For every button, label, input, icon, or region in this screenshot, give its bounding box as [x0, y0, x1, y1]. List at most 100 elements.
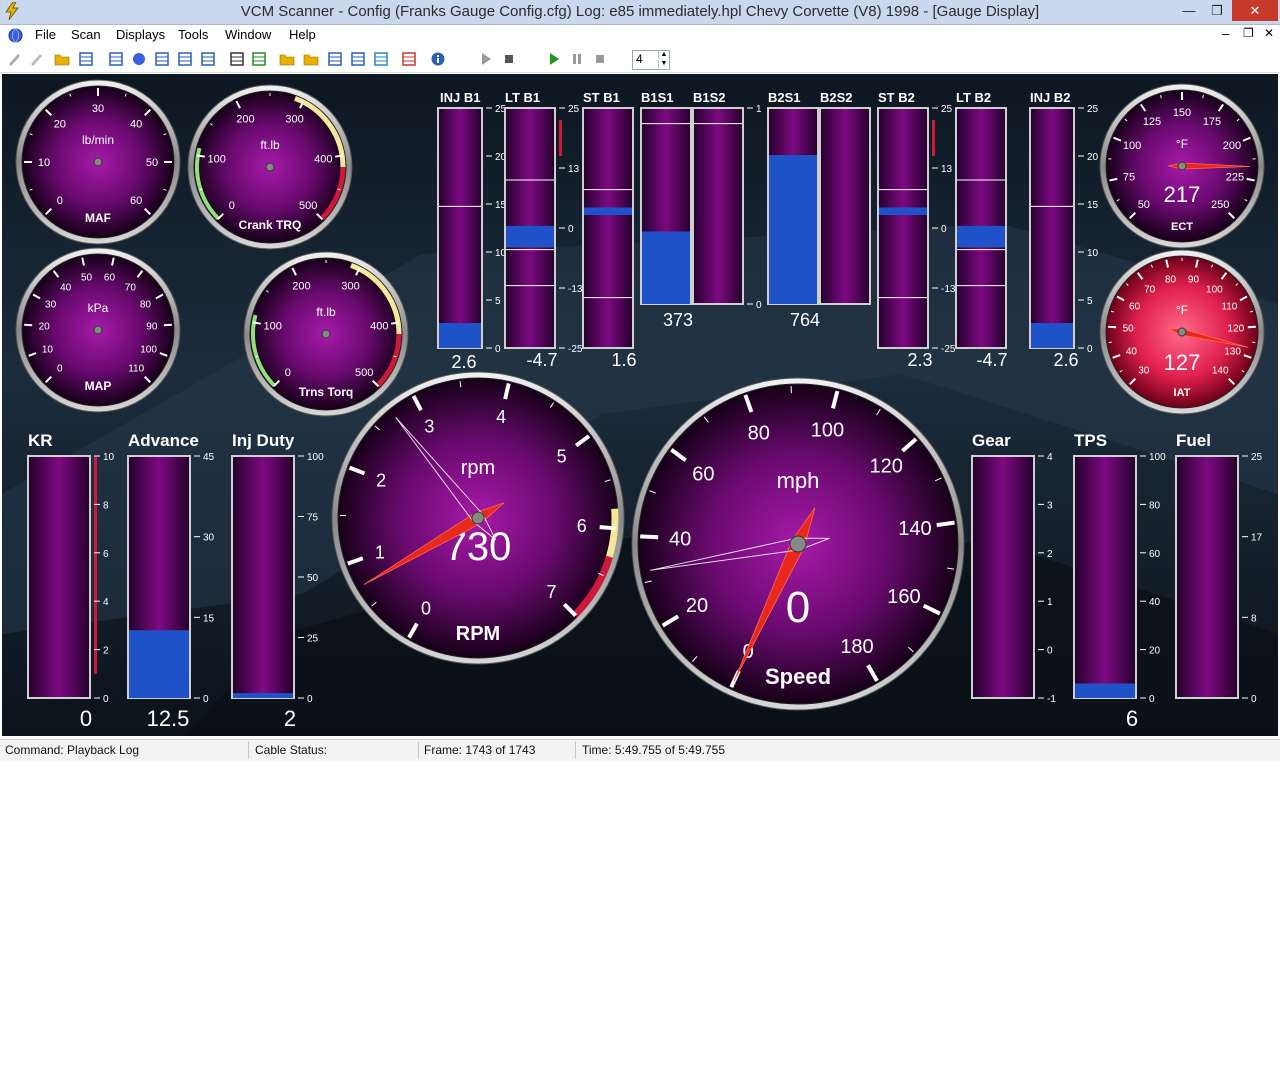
play-gray-icon[interactable] — [478, 51, 494, 67]
table-icon[interactable] — [108, 51, 124, 67]
pause-icon[interactable] — [569, 51, 585, 67]
list-icon[interactable] — [200, 51, 216, 67]
iat-tick-label: 100 — [1206, 284, 1223, 295]
mdi-restore-button[interactable]: ❐ — [1243, 26, 1254, 40]
speed-tick-label: 20 — [686, 595, 708, 617]
advance-value: 12.5 — [147, 706, 190, 731]
speed-unit-label: mph — [777, 468, 820, 493]
gear-track — [971, 455, 1035, 699]
mdi-minimize-button[interactable]: – — [1222, 26, 1229, 41]
trns-torq-gauge: 0 100 200 300 400 500 ft.lb Trns Torq — [243, 251, 409, 417]
gauge-display: 0102030405060lb/minMAF 0100200 300400500ft… — [2, 74, 1278, 736]
map-tick-label: 10 — [42, 344, 54, 355]
kr-scale-label: 8 — [103, 500, 109, 511]
kr-label: KR — [28, 431, 53, 450]
iat-unit-label: °F — [1176, 303, 1188, 317]
map-tick-label: 100 — [140, 344, 157, 355]
stop-gray-icon[interactable] — [592, 51, 608, 67]
iat-tick-label: 140 — [1212, 366, 1229, 377]
save-disk-icon[interactable] — [327, 51, 343, 67]
maximize-button[interactable]: ❐ — [1204, 0, 1230, 21]
rpm-tick-label: 6 — [577, 516, 587, 536]
st-b2-redline-marker — [932, 120, 935, 156]
b1s1-bar-gauge: B1S1 373 — [640, 90, 693, 330]
inj-duty-scale-label: 75 — [307, 513, 319, 524]
advance-scale-label: 30 — [203, 533, 215, 544]
maf-gauge: 0 10 20 30 40 50 60 lb/min MAF — [15, 79, 181, 245]
spin-up-icon[interactable]: ▲ — [658, 51, 669, 59]
lt-b1-scale-label: -25 — [568, 344, 583, 355]
play-icon[interactable] — [546, 51, 562, 67]
menu-tools[interactable]: Tools — [178, 27, 208, 42]
mdi-close-button[interactable]: ✕ — [1264, 26, 1274, 40]
inj-b2-scale-label: 5 — [1087, 296, 1093, 307]
tps-label: TPS — [1074, 431, 1107, 450]
rpm-tick — [599, 525, 616, 531]
map-tick-label: 90 — [146, 322, 158, 333]
fuel-label: Fuel — [1176, 431, 1211, 450]
map-tick-label: 50 — [81, 273, 93, 284]
inj-duty-fill — [233, 693, 293, 698]
ect-value: 217 — [1164, 182, 1201, 207]
b1s2-scale-label: 1 — [756, 104, 762, 115]
tps-scale-label: 0 — [1149, 694, 1155, 705]
rpm-tick-label: 3 — [424, 416, 434, 436]
maf-tick-label: 30 — [92, 103, 104, 115]
export-icon[interactable] — [373, 51, 389, 67]
b2s2-label: B2S2 — [820, 90, 853, 105]
maf-tick-label: 50 — [146, 157, 158, 169]
speed-tick-label: 40 — [669, 528, 691, 550]
minimize-button[interactable]: — — [1176, 0, 1202, 21]
map-tick — [24, 323, 33, 327]
speed-tick-label: 120 — [869, 456, 902, 478]
rpm-unit-label: rpm — [461, 457, 495, 479]
advance-label: Advance — [128, 431, 199, 450]
trns-torq-tick-label: 200 — [292, 281, 310, 293]
b1s1-label: B1S1 — [641, 90, 674, 105]
info-icon[interactable] — [430, 51, 446, 67]
grid-icon[interactable] — [177, 51, 193, 67]
globe-icon[interactable] — [8, 28, 23, 43]
menu-scan[interactable]: Scan — [71, 27, 101, 42]
pencil-gray-icon[interactable] — [28, 51, 44, 67]
lt-b1-scale-label: 13 — [568, 164, 580, 175]
close-button[interactable]: ✕ — [1232, 0, 1278, 21]
crank-trq-tick-label: 200 — [236, 114, 254, 126]
st-b1-bar-gauge: ST B1 1.6 — [582, 90, 637, 370]
spin-down-icon[interactable]: ▼ — [658, 60, 669, 68]
map-tick — [163, 323, 172, 327]
menu-displays[interactable]: Displays — [116, 27, 165, 42]
speed-hub — [789, 535, 807, 553]
dtc-icon[interactable] — [251, 51, 267, 67]
crank-trq-tick-label: 300 — [285, 114, 303, 126]
fuel-track — [1175, 455, 1239, 699]
engine-icon[interactable] — [229, 51, 245, 67]
menu-window[interactable]: Window — [225, 27, 271, 42]
open-folder-icon[interactable] — [54, 51, 70, 67]
menu-file[interactable]: File — [35, 27, 56, 42]
b2s1-bar-gauge: B2S1 764 — [767, 90, 820, 330]
folder-open-icon[interactable] — [279, 51, 295, 67]
kr-scale-label: 6 — [103, 549, 109, 560]
playback-speed-spinner[interactable]: 4 ▲ ▼ — [632, 50, 670, 70]
inj-b1-value: 2.6 — [451, 352, 476, 372]
inj-b2-fill — [1031, 323, 1073, 348]
globe-icon[interactable] — [131, 51, 147, 67]
pencil-icon[interactable] — [6, 51, 22, 67]
map-tick-label: 80 — [140, 300, 152, 311]
document-icon[interactable] — [350, 51, 366, 67]
folder-icon[interactable] — [303, 51, 319, 67]
st-b1-trim-band — [584, 207, 632, 216]
menu-help[interactable]: Help — [289, 27, 316, 42]
menu-window-label: Window — [225, 27, 272, 42]
st-b2-trim-band — [879, 207, 927, 216]
ect-name-label: ECT — [1171, 221, 1193, 233]
speed-tick — [936, 520, 955, 528]
settings-icon[interactable] — [401, 51, 417, 67]
chart-icon[interactable] — [154, 51, 170, 67]
st-b2-scale-label: 0 — [941, 224, 947, 235]
save-icon[interactable] — [78, 51, 94, 67]
advance-scale-label: 15 — [203, 613, 215, 624]
inj-b1-fill — [439, 323, 481, 348]
stop-icon[interactable] — [501, 51, 517, 67]
